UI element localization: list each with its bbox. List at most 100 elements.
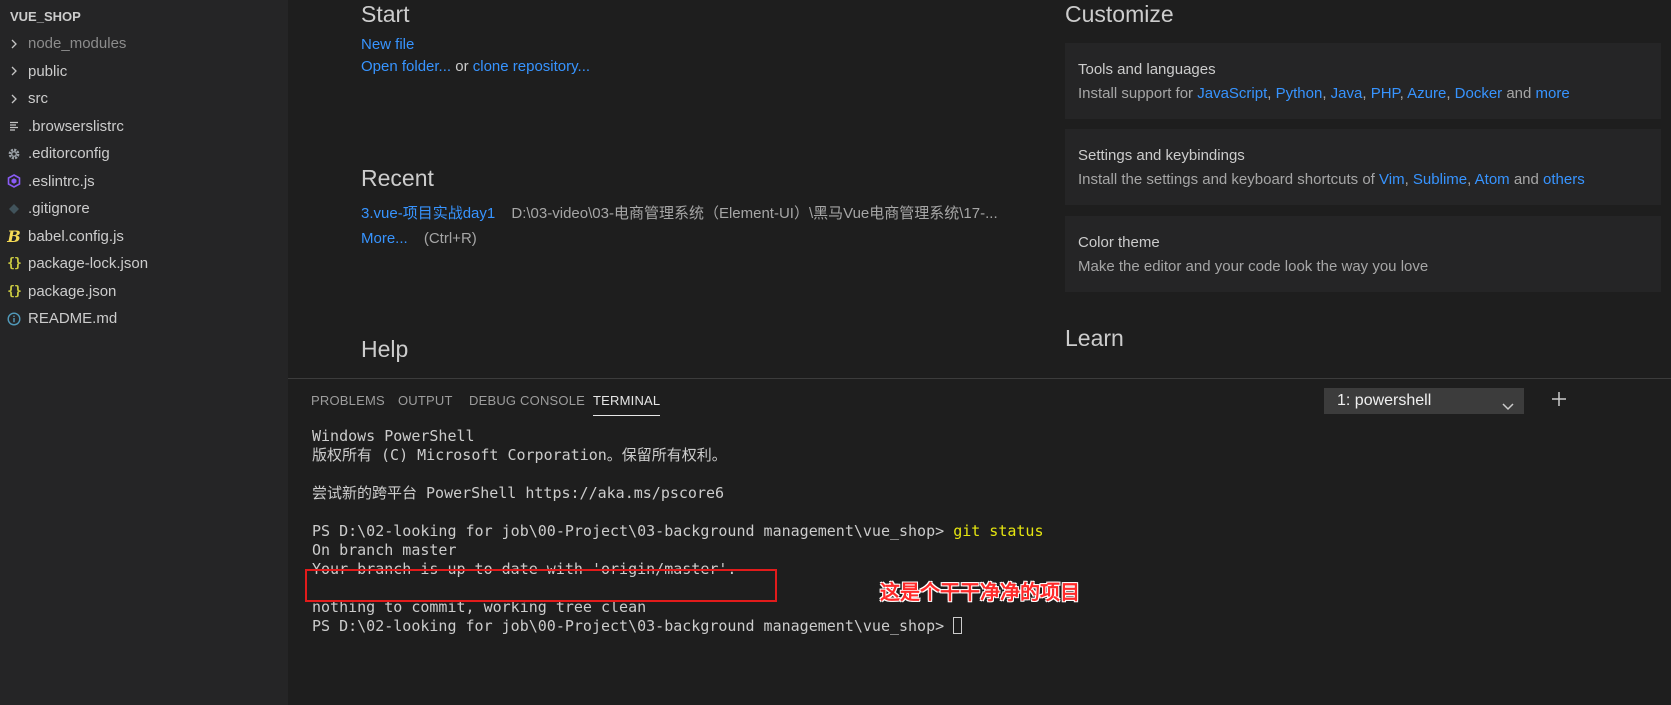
- card-title: Tools and languages: [1078, 61, 1216, 78]
- tree-item-label: .browserslistrc: [28, 117, 124, 135]
- tree-item-label: .editorconfig: [28, 145, 110, 163]
- annotation-text: 这是个干干净净的项目: [880, 582, 1080, 604]
- plus-icon: [1552, 392, 1566, 406]
- recent-item-path: D:\03-video\03-电商管理系统（Element-UI）\黑马Vue电…: [511, 205, 998, 222]
- atom-link[interactable]: Atom: [1475, 171, 1510, 188]
- card-title: Settings and keybindings: [1078, 147, 1245, 164]
- vim-link[interactable]: Vim: [1379, 171, 1405, 188]
- recent-heading: Recent: [361, 165, 434, 191]
- terminal-cursor: [953, 617, 963, 634]
- card-title: Color theme: [1078, 234, 1160, 251]
- and-text: and: [1509, 171, 1544, 188]
- git-diamond-icon: [0, 203, 28, 215]
- eslint-icon: [0, 174, 28, 189]
- tools-languages-card[interactable]: Tools and languages Install support for …: [1065, 43, 1661, 119]
- bottom-panel: PROBLEMS OUTPUT DEBUG CONSOLE TERMINAL 1…: [288, 378, 1671, 705]
- chevron-right-icon: [0, 38, 28, 50]
- tree-item-browserslistrc[interactable]: .browserslistrc: [0, 113, 288, 141]
- customize-heading: Customize: [1065, 1, 1174, 27]
- or-text: or: [451, 58, 473, 75]
- more-recent-link[interactable]: More...: [361, 230, 408, 247]
- recent-item: 3.vue-项目实战day1 D:\03-video\03-电商管理系统（Ele…: [361, 202, 998, 223]
- more-languages-link[interactable]: more: [1536, 85, 1570, 102]
- json-braces-icon: {}: [7, 256, 22, 272]
- terminal-prompt: PS D:\02-looking for job\00-Project\03-b…: [312, 617, 954, 635]
- explorer-sidebar: VUE_SHOP node_modules public src .browse…: [0, 0, 288, 705]
- tree-item-label: .gitignore: [28, 200, 90, 218]
- gear-icon: [0, 147, 28, 161]
- tree-item-gitignore[interactable]: .gitignore: [0, 195, 288, 223]
- open-folder-line: Open folder... or clone repository...: [361, 58, 590, 75]
- tree-item-readme[interactable]: README.md: [0, 305, 288, 333]
- sep: ,: [1399, 85, 1408, 102]
- more-shortcut: (Ctrl+R): [423, 230, 477, 247]
- tree-item-src[interactable]: src: [0, 85, 288, 113]
- help-heading: Help: [361, 336, 409, 362]
- tree-item-label: package-lock.json: [28, 255, 149, 273]
- settings-keybindings-card[interactable]: Settings and keybindings Install the set…: [1065, 129, 1661, 205]
- sep: ,: [1467, 171, 1475, 188]
- tree-item-package-json[interactable]: {} package.json: [0, 278, 288, 306]
- chevron-down-icon: [1501, 396, 1515, 420]
- terminal-line: Windows PowerShell: [312, 427, 475, 445]
- chevron-right-icon: [0, 93, 28, 105]
- terminal-line: 版权所有 (C) Microsoft Corporation。保留所有权利。: [312, 446, 727, 464]
- card-desc-prefix: Install support for: [1078, 85, 1198, 102]
- new-file-link[interactable]: New file: [361, 36, 414, 53]
- sep: ,: [1404, 171, 1413, 188]
- welcome-page: Start New file Open folder... or clone r…: [288, 0, 1671, 378]
- tree-item-eslintrc[interactable]: .eslintrc.js: [0, 168, 288, 196]
- terminal-line: 尝试新的跨平台 PowerShell https://aka.ms/pscore…: [312, 484, 725, 502]
- javascript-link[interactable]: JavaScript: [1197, 85, 1267, 102]
- tree-item-public[interactable]: public: [0, 58, 288, 86]
- file-tree: node_modules public src .browserslistrc …: [0, 30, 288, 333]
- java-link[interactable]: Java: [1331, 85, 1363, 102]
- learn-heading: Learn: [1065, 325, 1124, 351]
- tree-item-package-lock[interactable]: {} package-lock.json: [0, 250, 288, 278]
- tree-item-node-modules[interactable]: node_modules: [0, 30, 288, 58]
- start-heading: Start: [361, 1, 410, 27]
- tree-item-editorconfig[interactable]: .editorconfig: [0, 140, 288, 168]
- terminal-select-value: 1: powershell: [1337, 392, 1432, 409]
- json-braces-icon: {}: [7, 283, 22, 299]
- tree-item-label: node_modules: [28, 35, 127, 53]
- azure-link[interactable]: Azure: [1407, 85, 1446, 102]
- sep: ,: [1267, 85, 1276, 102]
- tree-item-label: src: [28, 90, 48, 108]
- sep: ,: [1322, 85, 1331, 102]
- clone-repository-link[interactable]: clone repository...: [473, 58, 590, 75]
- panel-tabs: PROBLEMS OUTPUT DEBUG CONSOLE TERMINAL: [288, 379, 1188, 419]
- and-text: and: [1502, 85, 1536, 102]
- sublime-link[interactable]: Sublime: [1413, 171, 1467, 188]
- sep: ,: [1362, 85, 1371, 102]
- tab-problems[interactable]: PROBLEMS: [311, 393, 385, 408]
- highlight-box: [305, 569, 777, 602]
- sep: ,: [1446, 85, 1455, 102]
- tab-output[interactable]: OUTPUT: [398, 393, 453, 408]
- info-icon: [0, 312, 28, 326]
- card-desc: Install support for JavaScript, Python, …: [1078, 85, 1570, 102]
- tree-item-label: babel.config.js: [28, 227, 124, 245]
- terminal-command: git status: [953, 522, 1044, 540]
- terminal-select[interactable]: 1: powershell: [1324, 388, 1524, 414]
- explorer-folder-title[interactable]: VUE_SHOP: [10, 9, 81, 24]
- terminal-prompt: PS D:\02-looking for job\00-Project\03-b…: [312, 522, 954, 540]
- php-link[interactable]: PHP: [1371, 85, 1400, 102]
- recent-item-link[interactable]: 3.vue-项目实战day1: [361, 205, 495, 222]
- tab-debug-console[interactable]: DEBUG CONSOLE: [469, 393, 585, 408]
- card-desc: Install the settings and keyboard shortc…: [1078, 171, 1585, 188]
- tab-terminal[interactable]: TERMINAL: [593, 393, 661, 416]
- open-folder-link[interactable]: Open folder...: [361, 58, 451, 75]
- babel-icon: B: [7, 226, 21, 246]
- tree-item-babel-config[interactable]: B babel.config.js: [0, 223, 288, 251]
- color-theme-card[interactable]: Color theme Make the editor and your cod…: [1065, 216, 1661, 292]
- add-terminal-button[interactable]: [1548, 388, 1570, 410]
- more-recent-line: More... (Ctrl+R): [361, 230, 477, 247]
- python-link[interactable]: Python: [1276, 85, 1323, 102]
- card-desc: Make the editor and your code look the w…: [1078, 258, 1429, 275]
- terminal-line: On branch master: [312, 541, 457, 559]
- others-link[interactable]: others: [1543, 171, 1585, 188]
- lines-file-icon: [0, 120, 28, 132]
- docker-link[interactable]: Docker: [1455, 85, 1503, 102]
- tree-item-label: package.json: [28, 282, 117, 300]
